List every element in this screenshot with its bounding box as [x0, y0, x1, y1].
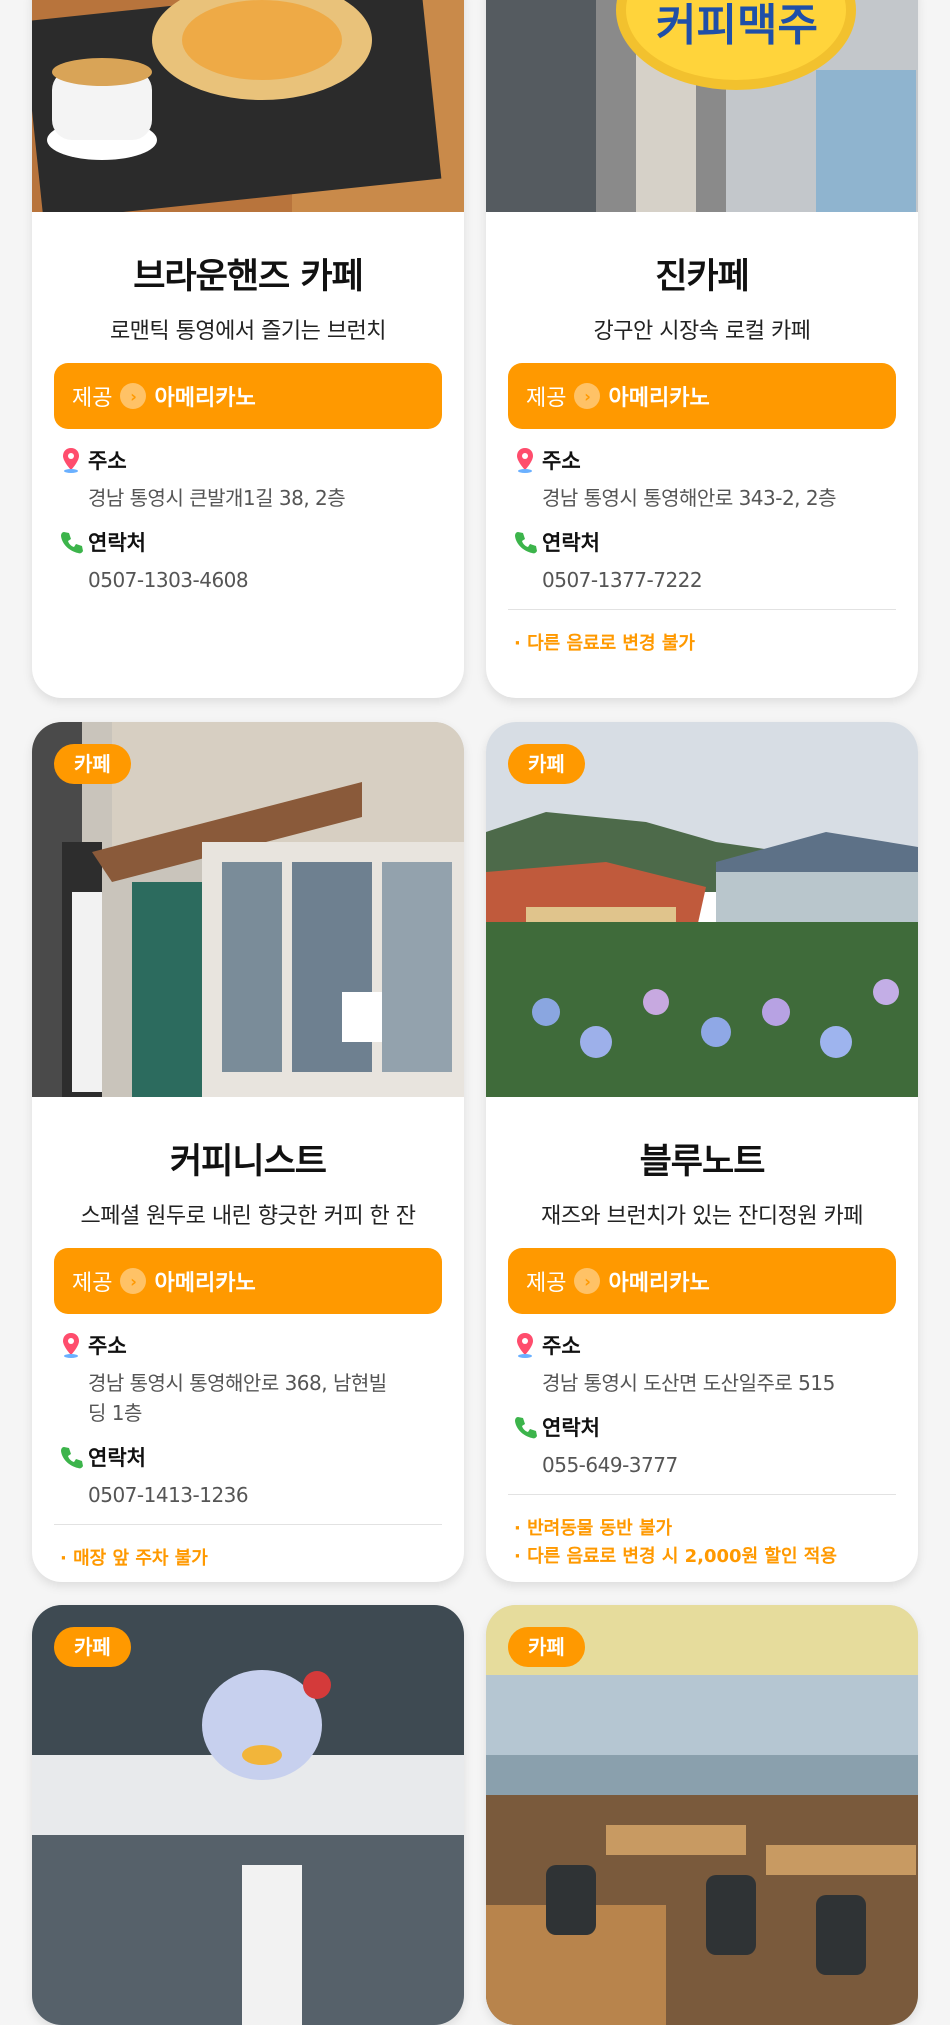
cafe-photo-storefront: 커피맥주 [486, 0, 918, 212]
cafe-photo-waffle [32, 0, 464, 212]
contact-value[interactable]: 0507-1413-1236 [88, 1480, 442, 1510]
provide-item: 아메리카노 [608, 1271, 710, 1296]
chevron-right-icon: › [120, 1268, 147, 1294]
location-pin-icon [63, 1333, 79, 1358]
location-pin-icon [63, 448, 79, 473]
cafe-card[interactable]: 커피맥주 진카페 강구안 시장속 로컬 카페 제공 › 아메리카노 주소 경남 … [486, 0, 918, 698]
address-value: 경남 통영시 통영해안로 368, 남현빌딩 1층 [88, 1371, 387, 1425]
cafe-name: 브라운핸즈 카페 [133, 257, 364, 297]
cafe-subtitle: 강구안 시장속 로컬 카페 [593, 319, 811, 344]
note-item: · 반려동물 동반 불가 [514, 1518, 673, 1539]
address-value: 경남 통영시 큰발개1길 38, 2층 [88, 486, 346, 510]
address-label: 주소 [88, 449, 127, 473]
contact-label: 연락처 [88, 1446, 146, 1470]
address-label: 주소 [88, 1334, 127, 1358]
cafe-card[interactable]: 카페 [32, 1605, 464, 2025]
location-pin-icon [517, 448, 533, 473]
category-badge: 카페 [508, 1627, 585, 1667]
cafe-name: 커피니스트 [169, 1142, 327, 1182]
category-badge: 카페 [54, 1627, 131, 1667]
cafe-photo-storefront: 카페 [32, 1605, 464, 2025]
provide-item: 아메리카노 [608, 386, 710, 411]
provide-banner: 제공 › 아메리카노 [54, 1248, 442, 1314]
cafe-card-grid: 브라운핸즈 카페 로맨틱 통영에서 즐기는 브런치 제공 › 아메리카노 주소 … [0, 0, 950, 2025]
provide-banner: 제공 › 아메리카노 [54, 363, 442, 429]
phone-icon [61, 1447, 83, 1469]
chevron-right-icon: › [120, 383, 147, 409]
category-badge: 카페 [508, 744, 585, 784]
provide-label: 제공 [526, 386, 567, 411]
cafe-subtitle: 스페셜 원두로 내린 향긋한 커피 한 잔 [80, 1204, 416, 1229]
contact-label: 연락처 [88, 531, 146, 555]
notes-list: · 반려동물 동반 불가 · 다른 음료로 변경 시 2,000원 할인 적용 [508, 1494, 896, 1571]
chevron-right-icon: › [574, 1268, 601, 1294]
cafe-subtitle: 로맨틱 통영에서 즐기는 브런치 [109, 319, 387, 344]
address-value: 경남 통영시 통영해안로 343-2, 2층 [542, 486, 837, 510]
category-badge: 카페 [54, 744, 131, 784]
phone-icon [61, 532, 83, 554]
cafe-subtitle: 재즈와 브런치가 있는 잔디정원 카페 [540, 1204, 864, 1229]
phone-icon [515, 532, 537, 554]
cafe-photo-garden: 카페 [486, 722, 918, 1097]
cafe-card[interactable]: 카페 [486, 1605, 918, 2025]
provide-banner: 제공 › 아메리카노 [508, 1248, 896, 1314]
cafe-card[interactable]: 카페 커피니스트 스페셜 원두로 내린 향긋한 커피 한 잔 제공 › 아메리카… [32, 722, 464, 1582]
address-value: 경남 통영시 도산면 도산일주로 515 [542, 1371, 835, 1395]
chevron-right-icon: › [574, 383, 601, 409]
contact-value[interactable]: 0507-1303-4608 [88, 565, 442, 595]
provide-item: 아메리카노 [154, 1271, 256, 1296]
contact-value[interactable]: 0507-1377-7222 [542, 565, 896, 595]
note-item: · 다른 음료로 변경 시 2,000원 할인 적용 [514, 1546, 837, 1567]
cafe-card[interactable]: 브라운핸즈 카페 로맨틱 통영에서 즐기는 브런치 제공 › 아메리카노 주소 … [32, 0, 464, 698]
note-item: · 매장 앞 주차 불가 [60, 1548, 208, 1569]
cafe-name: 진카페 [655, 257, 750, 297]
provide-item: 아메리카노 [154, 386, 256, 411]
provide-label: 제공 [72, 386, 113, 411]
contact-label: 연락처 [542, 531, 600, 555]
address-label: 주소 [542, 449, 581, 473]
sign-text: 커피맥주 [656, 0, 818, 51]
cafe-photo-storefront: 카페 [32, 722, 464, 1097]
cafe-name: 블루노트 [639, 1142, 766, 1182]
notes-list: · 매장 앞 주차 불가 [54, 1524, 442, 1573]
address-label: 주소 [542, 1334, 581, 1358]
note-item: · 다른 음료로 변경 불가 [514, 633, 695, 654]
provide-banner: 제공 › 아메리카노 [508, 363, 896, 429]
notes-list: · 다른 음료로 변경 불가 [508, 609, 896, 658]
contact-value[interactable]: 055-649-3777 [542, 1450, 896, 1480]
location-pin-icon [517, 1333, 533, 1358]
cafe-photo-interior: 카페 [486, 1605, 918, 2025]
phone-icon [515, 1417, 537, 1439]
contact-label: 연락처 [542, 1416, 600, 1440]
cafe-card[interactable]: 카페 블루노트 재즈와 브런치가 있는 잔디정원 카페 제공 › 아메리카노 주… [486, 722, 918, 1582]
provide-label: 제공 [526, 1271, 567, 1296]
provide-label: 제공 [72, 1271, 113, 1296]
